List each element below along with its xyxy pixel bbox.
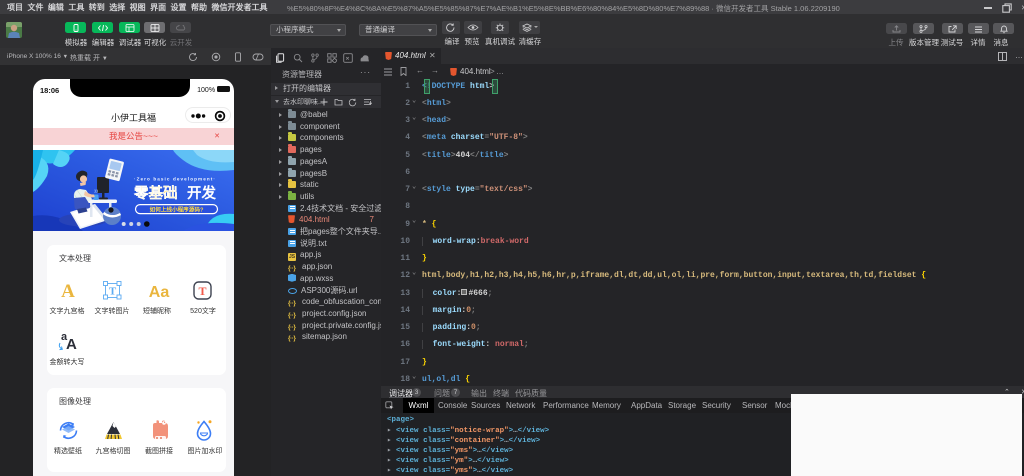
svg-text:开发: 开发 [187,184,216,202]
svg-text:T: T [109,285,117,297]
svg-text:如何上线小程序源码?: 如何上线小程序源码? [150,205,204,213]
svg-text:·Zero basic development·: ·Zero basic development· [134,177,216,182]
svg-text:Aa: Aa [149,284,170,300]
svg-text:A: A [66,336,77,351]
svg-text:零基础: 零基础 [133,184,178,202]
svg-text:A: A [61,281,75,301]
svg-text:T: T [198,284,206,298]
